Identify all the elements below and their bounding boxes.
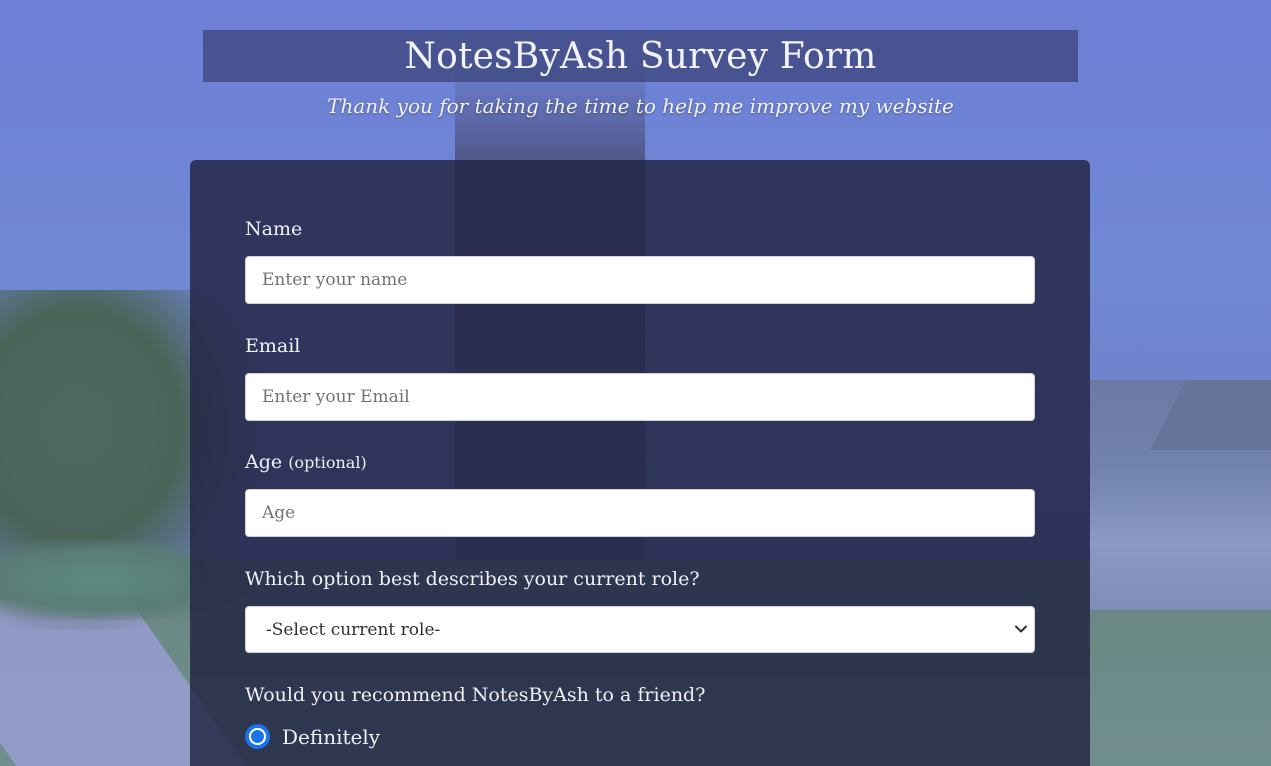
chevron-down-icon xyxy=(1015,625,1027,633)
radio-selected-dot xyxy=(249,728,266,745)
role-select-value: -Select current role- xyxy=(266,619,441,640)
age-label: Age (optional) xyxy=(245,451,367,473)
name-label: Name xyxy=(245,218,303,240)
email-label: Email xyxy=(245,335,301,357)
page-background: NotesByAsh Survey Form Thank you for tak… xyxy=(0,0,1271,766)
age-input[interactable] xyxy=(245,489,1035,537)
age-optional-hint: (optional) xyxy=(288,453,367,472)
radio-label-definitely: Definitely xyxy=(282,724,381,749)
radio-option-definitely[interactable]: Definitely xyxy=(245,724,380,749)
recommend-question: Would you recommend NotesByAsh to a frie… xyxy=(245,684,706,706)
role-select[interactable]: -Select current role- xyxy=(245,606,1035,653)
email-input[interactable] xyxy=(245,373,1035,421)
age-label-text: Age xyxy=(245,451,283,473)
name-input[interactable] xyxy=(245,256,1035,304)
page-title: NotesByAsh Survey Form xyxy=(404,35,877,77)
page-subtitle: Thank you for taking the time to help me… xyxy=(327,94,954,118)
title-bar: NotesByAsh Survey Form xyxy=(203,30,1078,82)
radio-button-definitely[interactable] xyxy=(245,724,270,749)
role-label: Which option best describes your current… xyxy=(245,568,700,590)
